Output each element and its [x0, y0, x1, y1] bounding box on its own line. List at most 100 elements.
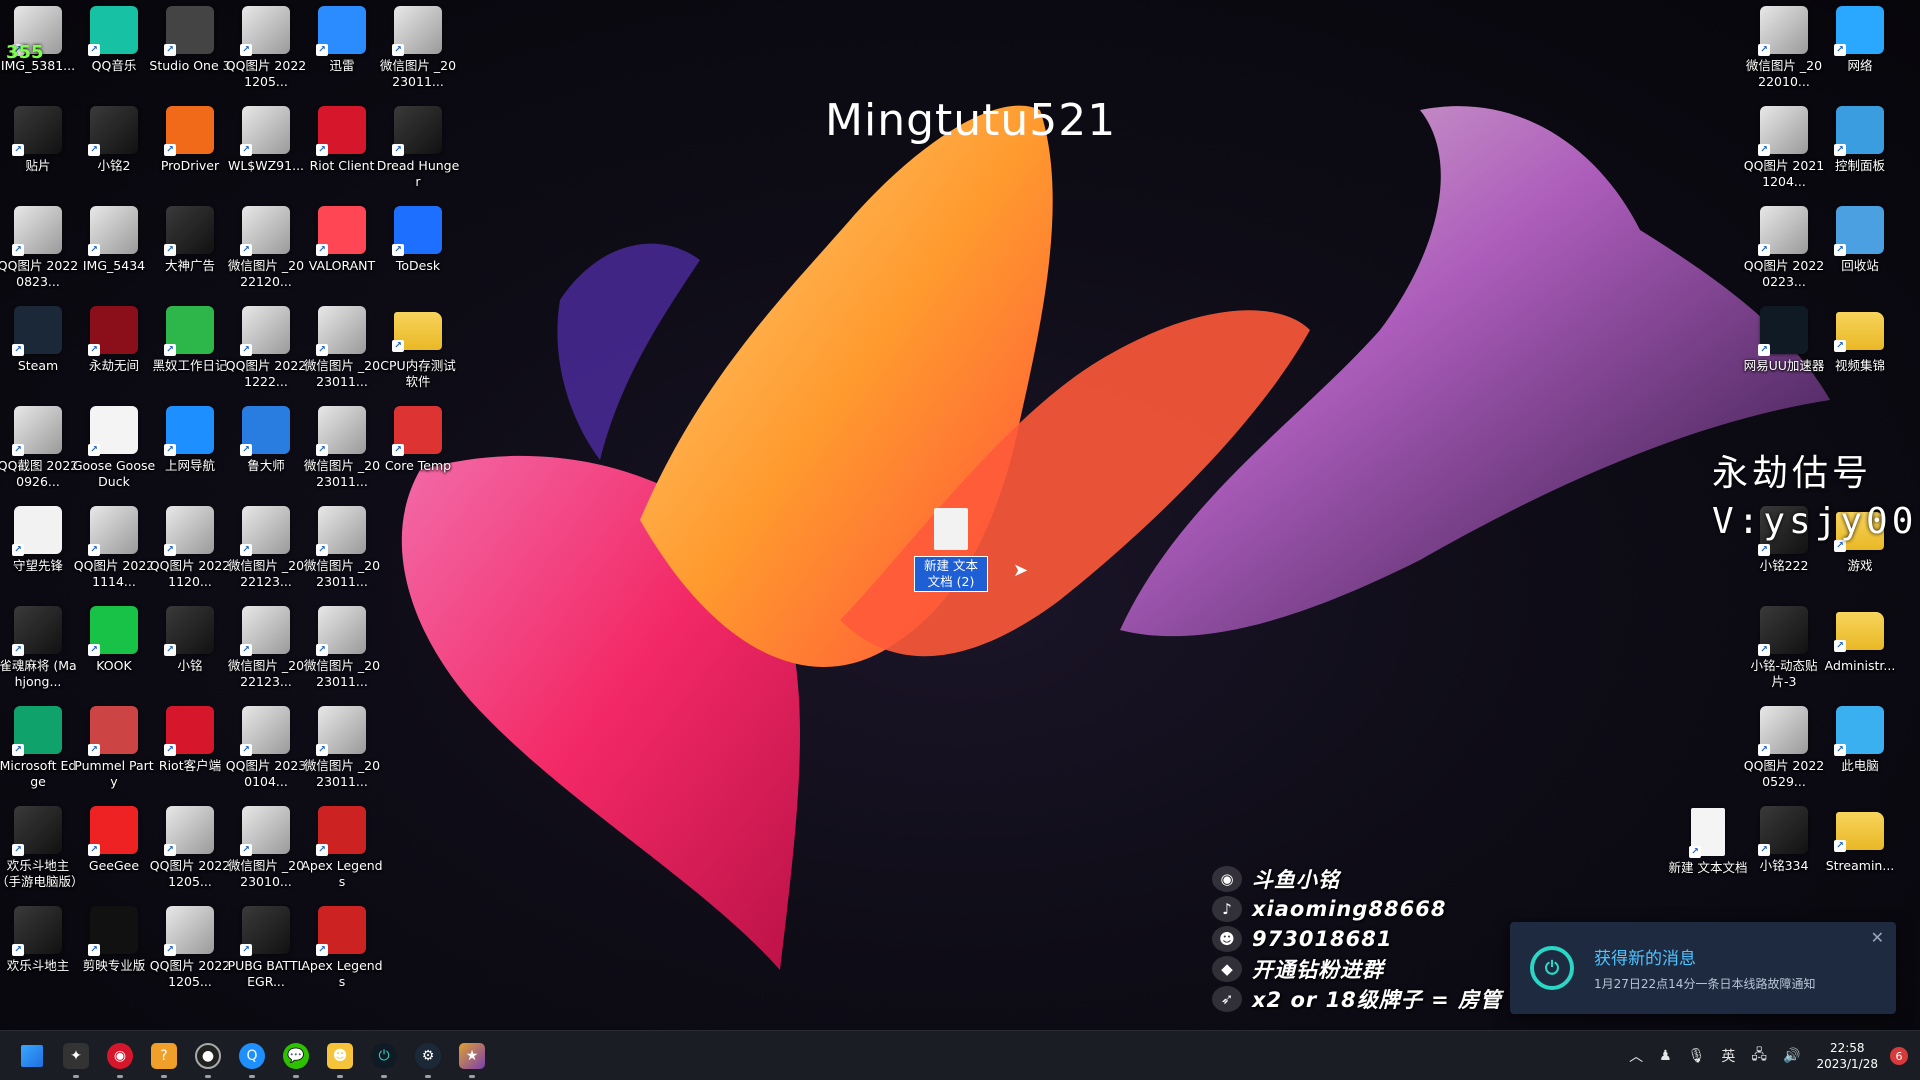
desktop-icon-qq-20221120[interactable]: ↗ QQ图片 20221120...	[150, 506, 230, 590]
start-button[interactable]	[10, 1031, 54, 1080]
taskbar-uu-accelerator[interactable]: ⏻	[362, 1031, 406, 1080]
desktop-icon-2023011[interactable]: ↗ 微信图片 _2023011...	[380, 6, 456, 90]
ime-indicator[interactable]: 英	[1721, 1046, 1735, 1066]
desktop-icon-apex-legends[interactable]: ↗ Apex Legends	[301, 806, 383, 890]
microphone-icon[interactable]: 🎙	[1688, 1048, 1706, 1064]
app-icon: ↗	[12, 706, 62, 756]
desktop-icon[interactable]: ↗ 控制面板	[1822, 106, 1898, 174]
desktop-icon-goose-goose-duck[interactable]: ↗ Goose Goose Duck	[73, 406, 155, 490]
desktop-icon[interactable]: ↗ 欢乐斗地主（手游电脑版）	[0, 806, 84, 890]
desktop-icon-qq-20211204[interactable]: ↗ QQ图片 20211204...	[1744, 106, 1824, 190]
desktop-icon-2023011[interactable]: ↗ 微信图片 _2023011...	[304, 606, 380, 690]
taskbar-game[interactable]: ★	[450, 1031, 494, 1080]
desktop-icon-qq[interactable]: ↗ QQ音乐	[76, 6, 152, 74]
tray-app-icon[interactable]: ♟	[1659, 1048, 1672, 1064]
desktop-icon[interactable]: ↗ 网络	[1822, 6, 1898, 74]
desktop-icon-2023011[interactable]: ↗ 微信图片 _2023011...	[304, 406, 380, 490]
desktop-icon-steam[interactable]: ↗ Steam	[0, 306, 76, 374]
desktop-icon-kook[interactable]: ↗ KOOK	[76, 606, 152, 674]
desktop-icon-img-5381[interactable]: ↗ IMG_5381...	[0, 6, 76, 74]
desktop-icon[interactable]: ↗ 新建 文本文档	[1669, 808, 1747, 876]
desktop-icon-2022120[interactable]: ↗ 微信图片 _2022120...	[228, 206, 304, 290]
desktop-icon[interactable]: ↗ 回收站	[1822, 206, 1898, 274]
desktop-icon[interactable]: ↗ 小铭2	[76, 106, 152, 174]
desktop-icon-apex-legends[interactable]: ↗ Apex Legends	[301, 906, 383, 990]
desktop-icon-studio-one-3[interactable]: ↗ Studio One 3	[149, 6, 231, 74]
taskbar-qq-browser[interactable]: Q	[230, 1031, 274, 1080]
desktop-icon-2023011[interactable]: ↗ 微信图片 _2023011...	[304, 706, 380, 790]
taskbar-notepad[interactable]: ?	[142, 1031, 186, 1080]
clock[interactable]: 22:58 2023/1/28	[1816, 1040, 1878, 1072]
desktop-icon-2022010[interactable]: ↗ 微信图片 _2022010...	[1746, 6, 1822, 90]
desktop-icon-riot[interactable]: ↗ Riot客户端	[152, 706, 228, 774]
desktop-icon-qq-20221222[interactable]: ↗ QQ图片 20221222...	[226, 306, 306, 390]
social-row: ☻ 973018681	[1212, 924, 1502, 954]
game-icon: ★	[459, 1042, 485, 1069]
desktop-icon-todesk[interactable]: ↗ ToDesk	[380, 206, 456, 274]
desktop-icon[interactable]: ↗ 剪映专业版	[76, 906, 152, 974]
file-rename-label[interactable]: 新建 文本文档 (2)	[914, 556, 988, 592]
desktop-icon[interactable]: ↗ 欢乐斗地主	[0, 906, 76, 974]
desktop-icon[interactable]: ↗ 此电脑	[1822, 706, 1898, 774]
desktop-icon-img-5434[interactable]: ↗ IMG_5434	[76, 206, 152, 274]
desktop-icon-pummel-party[interactable]: ↗ Pummel Party	[74, 706, 154, 790]
desktop-icon[interactable]: ↗ 大神广告	[152, 206, 228, 274]
desktop-icon-2022123[interactable]: ↗ 微信图片 _2022123...	[228, 506, 304, 590]
shortcut-arrow-icon: ↗	[392, 44, 404, 56]
network-icon[interactable]: 🖧	[1751, 1044, 1767, 1068]
desktop-icon[interactable]: ↗ 永劫无间	[76, 306, 152, 374]
desktop-icon-qq-20220223[interactable]: ↗ QQ图片 20220223...	[1744, 206, 1824, 290]
volume-icon[interactable]: 🔊	[1783, 1048, 1800, 1064]
desktop-icon-valorant[interactable]: ↗ VALORANT	[304, 206, 380, 274]
taskbar-wechat[interactable]: 💬	[274, 1031, 318, 1080]
desktop-icon-geegee[interactable]: ↗ GeeGee	[76, 806, 152, 874]
chevron-up-icon[interactable]: ︿	[1629, 1046, 1643, 1066]
social-text: 开通钻粉进群	[1252, 958, 1384, 982]
notification-toast[interactable]: ⏻ 获得新的消息 1月27日22点14分一条日本线路故障通知 ✕	[1510, 922, 1896, 1014]
desktop-icon-microsoft-edge[interactable]: ↗ Microsoft Edge	[0, 706, 76, 790]
desktop-icon-mahjong[interactable]: ↗ 雀魂麻将 (Mahjong...	[0, 606, 77, 690]
notification-badge[interactable]: 6	[1890, 1047, 1908, 1065]
taskbar-qq-pet[interactable]: ☻	[318, 1031, 362, 1080]
desktop-icon-administr[interactable]: ↗ Administr...	[1822, 606, 1898, 674]
desktop-icon[interactable]: ↗ 迅雷	[304, 6, 380, 74]
desktop-icon[interactable]: ↗ 黑奴工作日记	[152, 306, 228, 374]
taskbar-obs[interactable]: ●	[186, 1031, 230, 1080]
desktop-icon-cpu[interactable]: ↗ CPU内存测试软件	[380, 306, 456, 390]
desktop-icon[interactable]: ↗ 视频集锦	[1822, 306, 1898, 374]
desktop-icon-2023011[interactable]: ↗ 微信图片 _2023011...	[304, 506, 380, 590]
desktop-icon[interactable]: ↗ 贴片	[0, 106, 76, 174]
desktop-icon-qq-20221205[interactable]: ↗ QQ图片 20221205...	[150, 906, 230, 990]
desktop-icon-qq-20220823[interactable]: ↗ QQ图片 20220823...	[0, 206, 78, 290]
desktop-icon[interactable]: ↗ 鲁大师	[228, 406, 304, 474]
desktop-icon-334[interactable]: ↗ 小铭334	[1746, 806, 1822, 874]
desktop-icon-core-temp[interactable]: ↗ Core Temp	[380, 406, 456, 474]
desktop-icon-qq-20230104[interactable]: ↗ QQ图片 20230104...	[226, 706, 306, 790]
desktop-icon-qq-20220529[interactable]: ↗ QQ图片 20220529...	[1744, 706, 1824, 790]
desktop-icon-label: 小铭222	[1759, 558, 1809, 573]
desktop-icon-2023010[interactable]: ↗ 微信图片 _2023010...	[228, 806, 304, 890]
desktop-icon[interactable]: ↗ 小铭-动态贴片-3	[1746, 606, 1822, 690]
desktop-icon-pubg-battlegr[interactable]: ↗ PUBG BATTLEGR...	[228, 906, 304, 990]
selected-new-text-file[interactable]: 新建 文本文档 (2)	[914, 508, 988, 592]
desktop-icon-dread-hunger[interactable]: ↗ Dread Hunger	[377, 106, 459, 190]
taskbar-studio-one[interactable]: ✦	[54, 1031, 98, 1080]
desktop-icon[interactable]: ↗ 小铭	[152, 606, 228, 674]
close-icon[interactable]: ✕	[1871, 928, 1884, 947]
desktop-icon-uu[interactable]: ↗ 网易UU加速器	[1744, 306, 1824, 374]
desktop-icon[interactable]: ↗ 上网导航	[152, 406, 228, 474]
desktop-icon-2022123[interactable]: ↗ 微信图片 _2022123...	[228, 606, 304, 690]
taskbar-netease-music[interactable]: ◉	[98, 1031, 142, 1080]
desktop-icon-qq-20220926[interactable]: ↗ QQ截图 20220926...	[0, 406, 78, 490]
desktop-icon-2023011[interactable]: ↗ 微信图片 _2023011...	[304, 306, 380, 390]
desktop-icon-qq-20221205[interactable]: ↗ QQ图片 20221205...	[226, 6, 306, 90]
desktop-icon-prodriver[interactable]: ↗ ProDriver	[152, 106, 228, 174]
desktop-icon-qq-20221205[interactable]: ↗ QQ图片 20221205...	[150, 806, 230, 890]
desktop-icon-riot-client[interactable]: ↗ Riot Client	[304, 106, 380, 174]
taskbar-steam[interactable]: ⚙	[406, 1031, 450, 1080]
desktop-icon-streamin[interactable]: ↗ Streamin...	[1822, 806, 1898, 874]
desktop-icon[interactable]: ↗ 守望先锋	[0, 506, 76, 574]
desktop-icon-label: 新建 文本文档	[1668, 860, 1748, 875]
desktop-icon-qq-20221114[interactable]: ↗ QQ图片 20221114...	[74, 506, 154, 590]
desktop-icon-wl-wz91[interactable]: ↗ WL$WZ91...	[228, 106, 304, 174]
